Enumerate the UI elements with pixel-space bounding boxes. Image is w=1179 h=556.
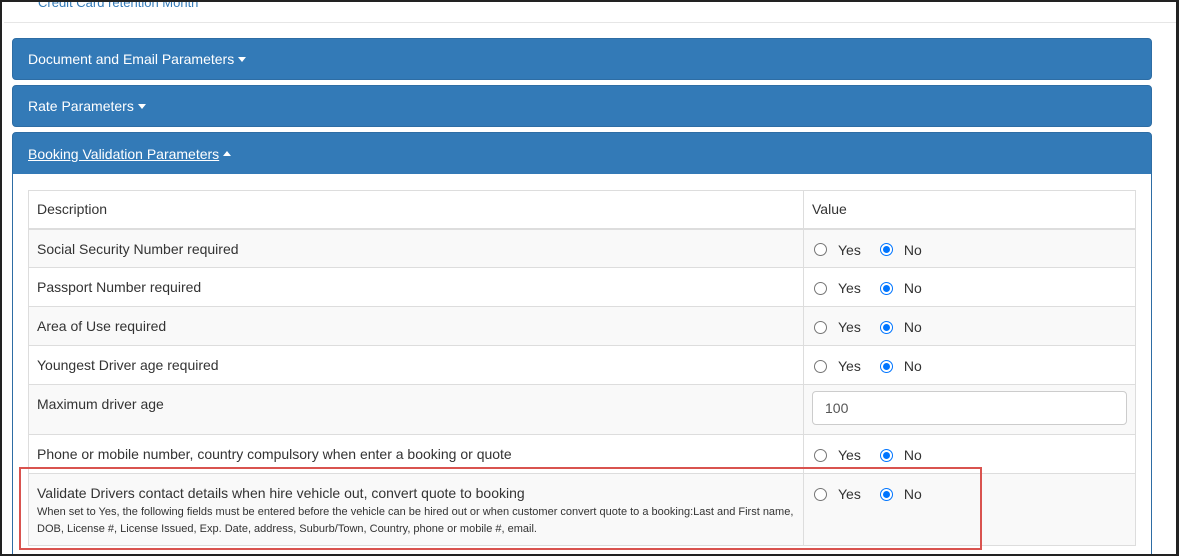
- row-value: [803, 384, 1136, 435]
- column-header-description: Description: [28, 190, 804, 230]
- row-description: Passport Number required: [28, 267, 804, 307]
- window-frame: Credit Card retention Month Document and…: [0, 0, 1179, 556]
- row-value: Yes No: [803, 228, 1136, 268]
- maximum-driver-age-input[interactable]: [812, 391, 1127, 425]
- row-description: Area of Use required: [28, 306, 804, 346]
- radio-yes[interactable]: [814, 320, 827, 334]
- caret-down-icon: [137, 103, 146, 109]
- column-header-value: Value: [803, 190, 1136, 230]
- radio-yes-label: Yes: [838, 241, 861, 258]
- table-row: Social Security Number required Yes No: [28, 228, 1136, 268]
- radio-no[interactable]: [879, 243, 893, 256]
- panel-booking-validation-header[interactable]: Booking Validation Parameters: [12, 132, 1152, 175]
- table-row: Passport Number required Yes No: [28, 267, 1136, 307]
- radio-no-label: No: [903, 280, 922, 296]
- radio-no[interactable]: [879, 448, 893, 462]
- table-row: Area of Use required Yes No: [28, 306, 1136, 346]
- panel-title[interactable]: Booking Validation Parameters: [28, 146, 219, 162]
- radio-no[interactable]: [879, 281, 893, 295]
- row-description: Social Security Number required: [28, 228, 804, 268]
- panel-title: Rate Parameters: [28, 98, 134, 114]
- radio-no[interactable]: [879, 359, 893, 373]
- row-value: Yes No: [803, 306, 1136, 346]
- table-row: Maximum driver age: [28, 384, 1136, 435]
- radio-yes-label: Yes: [838, 319, 861, 335]
- radio-no-label: No: [903, 319, 922, 335]
- table-header-row: Description Value: [28, 190, 1136, 230]
- radio-yes-label: Yes: [838, 447, 861, 463]
- radio-yes[interactable]: [814, 359, 827, 373]
- radio-yes[interactable]: [814, 281, 827, 295]
- radio-no-label: No: [903, 358, 922, 374]
- radio-yes-label: Yes: [838, 280, 861, 296]
- radio-yes-label: Yes: [838, 358, 861, 374]
- panel-rate-header[interactable]: Rate Parameters: [12, 85, 1152, 127]
- credit-card-retention-link[interactable]: Credit Card retention Month: [38, 2, 198, 10]
- radio-no[interactable]: [879, 320, 893, 334]
- caret-up-icon: [223, 151, 232, 156]
- row-description: Youngest Driver age required: [28, 345, 804, 385]
- radio-no-label: No: [903, 447, 922, 463]
- radio-no-label: No: [903, 241, 922, 258]
- caret-down-icon: [238, 56, 247, 62]
- panel-document-email-header[interactable]: Document and Email Parameters: [12, 38, 1152, 80]
- row-description: Maximum driver age: [28, 384, 804, 435]
- row-value: Yes No: [803, 267, 1136, 307]
- highlight-box: [19, 467, 982, 550]
- row-value: Yes No: [803, 345, 1136, 385]
- table-row: Youngest Driver age required Yes No: [28, 345, 1136, 385]
- panel-title: Document and Email Parameters: [28, 51, 235, 67]
- radio-yes[interactable]: [814, 243, 827, 256]
- radio-yes[interactable]: [814, 448, 827, 462]
- divider: [4, 22, 1176, 23]
